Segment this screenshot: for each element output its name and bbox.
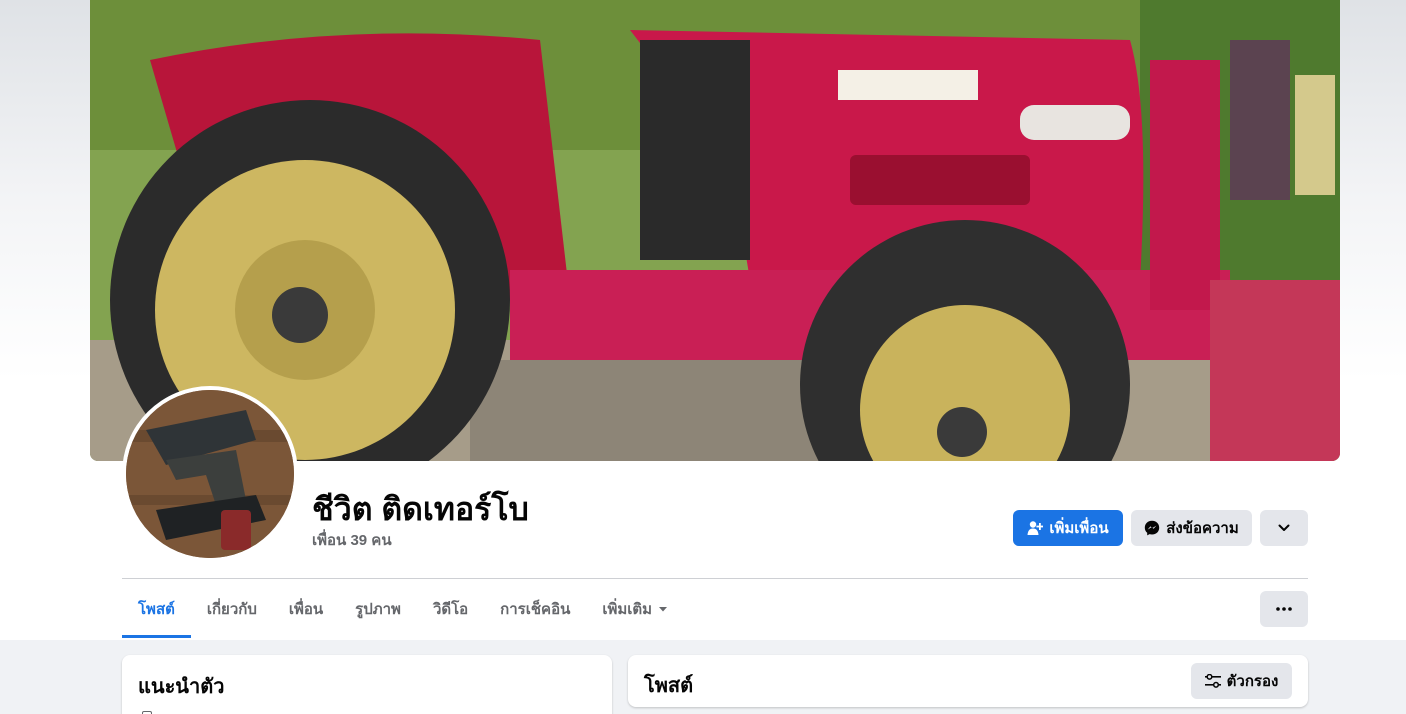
caret-down-icon xyxy=(659,607,668,612)
tab-videos[interactable]: วิดีโอ xyxy=(417,580,484,638)
cover-photo-tractor-image xyxy=(90,0,1340,461)
tab-friends-label: เพื่อน xyxy=(288,601,324,618)
avatar-image xyxy=(126,390,294,558)
intro-title: แนะนำตัว xyxy=(138,676,225,698)
tab-photos[interactable]: รูปภาพ xyxy=(339,580,417,638)
tab-photos-label: รูปภาพ xyxy=(355,601,401,618)
messenger-icon xyxy=(1145,520,1160,536)
tab-posts-label: โพสต์ xyxy=(138,601,175,618)
posts-title: โพสต์ xyxy=(644,675,694,697)
header-divider xyxy=(122,578,1308,579)
profile-avatar[interactable] xyxy=(122,386,298,562)
tab-more[interactable]: เพิ่มเติม xyxy=(586,580,684,638)
message-button[interactable]: ส่งข้อความ xyxy=(1131,510,1252,546)
ellipsis-icon xyxy=(1276,607,1292,611)
filter-button[interactable]: ตัวกรอง xyxy=(1191,663,1292,699)
tab-about[interactable]: เกี่ยวกับ xyxy=(191,580,273,638)
add-friend-label: เพิ่มเพื่อน xyxy=(1049,520,1109,537)
tab-friends[interactable]: เพื่อน xyxy=(273,580,339,638)
chevron-down-icon xyxy=(1278,524,1290,531)
friend-count[interactable]: เพื่อน 39 คน xyxy=(312,528,392,552)
posts-card: โพสต์ ตัวกรอง xyxy=(628,655,1308,707)
tab-checkins[interactable]: การเช็คอิน xyxy=(484,580,586,638)
profile-tabs: โพสต์ เกี่ยวกับ เพื่อน รูปภาพ วิดีโอ การ… xyxy=(122,580,684,638)
tab-checkins-label: การเช็คอิน xyxy=(500,601,571,618)
message-label: ส่งข้อความ xyxy=(1166,520,1239,537)
filter-sliders-icon xyxy=(1204,674,1221,688)
tab-videos-label: วิดีโอ xyxy=(432,601,469,618)
tab-posts[interactable]: โพสต์ xyxy=(122,580,191,638)
profile-options-dropdown[interactable] xyxy=(1260,510,1308,546)
intro-card: แนะนำตัว xyxy=(122,655,612,714)
tab-more-label: เพิ่มเติม xyxy=(602,601,653,618)
more-options-button[interactable] xyxy=(1260,591,1308,627)
cover-photo[interactable] xyxy=(90,0,1340,461)
filter-label: ตัวกรอง xyxy=(1226,673,1279,690)
add-friend-icon xyxy=(1027,521,1044,535)
add-friend-button[interactable]: เพิ่มเพื่อน xyxy=(1013,510,1123,546)
tab-about-label: เกี่ยวกับ xyxy=(206,601,257,618)
